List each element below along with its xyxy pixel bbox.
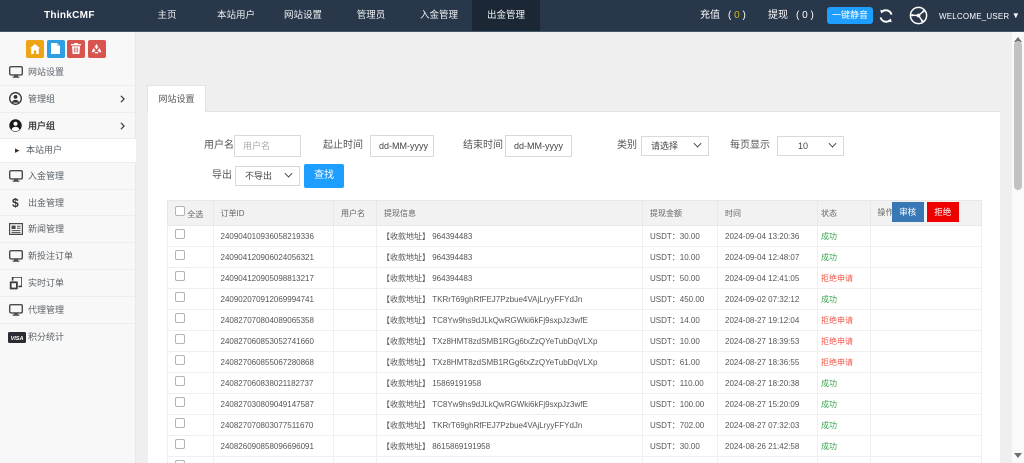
svg-text:VISA: VISA <box>11 336 24 342</box>
